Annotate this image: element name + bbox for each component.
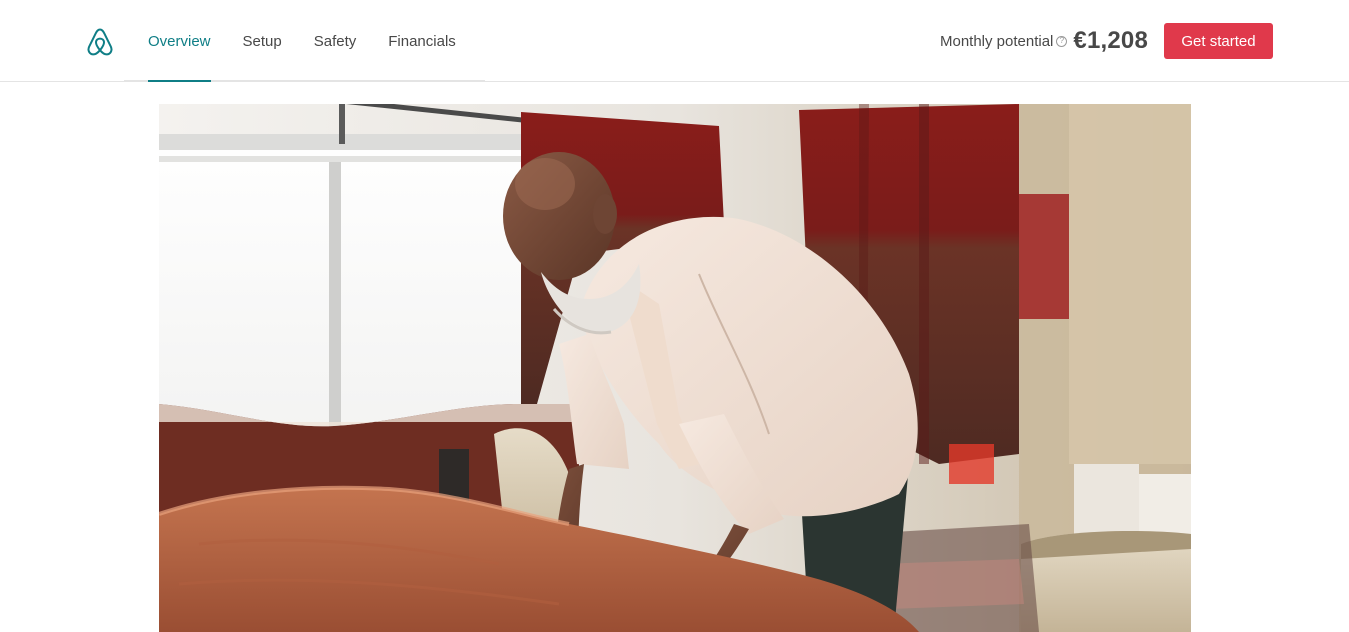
hero-image [159, 104, 1191, 632]
earnings-summary: Monthly potential ? €1,208 Get started [940, 0, 1273, 82]
tab-overview[interactable]: Overview [148, 0, 211, 82]
tab-setup[interactable]: Setup [243, 0, 282, 82]
question-circle-icon[interactable]: ? [1056, 35, 1068, 47]
get-started-button[interactable]: Get started [1164, 23, 1273, 59]
section-tabs: Overview Setup Safety Financials [148, 0, 488, 82]
host-making-bed-photo [159, 104, 1191, 632]
top-navigation-bar: Overview Setup Safety Financials Monthly… [0, 0, 1349, 82]
monthly-potential-value: €1,208 [1073, 27, 1148, 54]
tab-safety[interactable]: Safety [314, 0, 357, 82]
monthly-potential-label: Monthly potential [939, 32, 1054, 50]
tab-financials[interactable]: Financials [388, 0, 456, 82]
airbnb-logo-icon[interactable] [84, 26, 116, 58]
